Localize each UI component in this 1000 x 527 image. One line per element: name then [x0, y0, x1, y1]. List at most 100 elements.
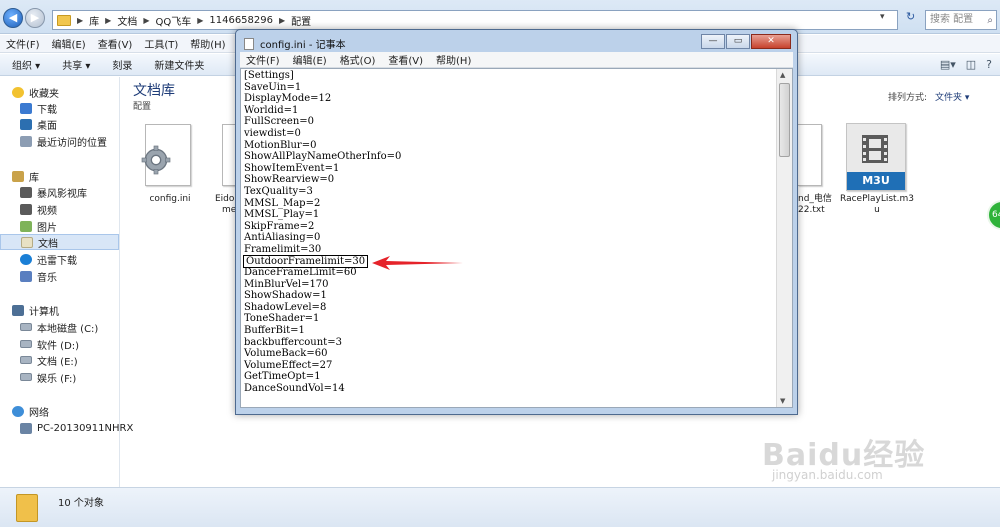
np-menu-help[interactable]: 帮助(H)	[436, 52, 471, 67]
menu-file[interactable]: 文件(F)	[6, 36, 40, 51]
text-line[interactable]: ShowShadow=1	[244, 290, 401, 302]
text-line[interactable]: ShowAllPlayNameOtherInfo=0	[244, 151, 401, 163]
nav-computer[interactable]: 计算机	[12, 302, 59, 318]
breadcrumb-account[interactable]: 1146658296	[209, 15, 273, 26]
text-line[interactable]: TexQuality=3	[244, 186, 401, 198]
file-label-txt-1[interactable]: nd_电信	[798, 194, 832, 205]
preview-pane-icon[interactable]: ◫	[966, 58, 976, 71]
text-line[interactable]: viewdist=0	[244, 128, 401, 140]
view-options-icon[interactable]: ▤▾	[940, 58, 956, 71]
nav-disk-d[interactable]: 软件 (D:)	[20, 336, 79, 352]
navigation-pane: 收藏夹 下载 桌面 最近访问的位置 库 暴风影视库 视频 图片 文档 迅雷下载 …	[0, 77, 133, 487]
nav-libraries[interactable]: 库	[12, 168, 39, 184]
close-button[interactable]: ✕	[751, 34, 791, 49]
organize-button[interactable]: 组织 ▾	[12, 57, 40, 72]
file-label-txt-2[interactable]: 22.txt	[798, 205, 832, 216]
scroll-down-icon[interactable]: ▼	[780, 397, 785, 405]
breadcrumb-config[interactable]: 配置	[291, 13, 311, 28]
nav-pictures[interactable]: 图片	[20, 218, 57, 234]
burn-button[interactable]: 刻录	[112, 57, 132, 72]
menu-edit[interactable]: 编辑(E)	[52, 36, 86, 51]
text-line[interactable]: ShowRearview=0	[244, 174, 401, 186]
text-line[interactable]: Worldid=1	[244, 105, 401, 117]
np-menu-format[interactable]: 格式(O)	[340, 52, 376, 67]
text-line[interactable]: DisplayMode=12	[244, 93, 401, 105]
nav-videos[interactable]: 视频	[20, 201, 57, 217]
text-line[interactable]: ShowItemEvent=1	[244, 163, 401, 175]
text-line[interactable]: MMSL_Play=1	[244, 209, 401, 221]
text-line[interactable]: backbuffercount=3	[244, 337, 401, 349]
nav-pc-name[interactable]: PC-20130911NHRX	[20, 420, 133, 436]
nav-disk-e[interactable]: 文档 (E:)	[20, 352, 78, 368]
nav-recent[interactable]: 最近访问的位置	[20, 133, 107, 149]
nav-baofeng[interactable]: 暴风影视库	[20, 184, 87, 200]
menu-tools[interactable]: 工具(T)	[144, 36, 178, 51]
network-computer-icon	[20, 422, 32, 434]
text-line[interactable]: Framelimit=30	[244, 244, 401, 256]
refresh-icon[interactable]: ↻	[906, 10, 915, 23]
arrange-by-dropdown[interactable]: 文件夹 ▾	[935, 93, 969, 103]
text-line[interactable]: DanceSoundVol=14	[244, 383, 401, 395]
documents-icon	[21, 236, 33, 248]
baidu-watermark-url: jingyan.baidu.com	[772, 468, 883, 482]
notepad-text-area[interactable]: [Settings] SaveUin=1 DisplayMode=12 Worldid…	[240, 68, 793, 408]
np-menu-file[interactable]: 文件(F)	[246, 52, 280, 67]
new-folder-button[interactable]: 新建文件夹	[154, 57, 204, 72]
nav-network[interactable]: 网络	[12, 403, 49, 419]
nav-favorites[interactable]: 收藏夹	[12, 84, 59, 100]
menu-view[interactable]: 查看(V)	[98, 36, 133, 51]
np-menu-view[interactable]: 查看(V)	[388, 52, 423, 67]
text-line[interactable]: MinBlurVel=170	[244, 279, 401, 291]
minimize-button[interactable]: —	[701, 34, 725, 49]
notepad-titlebar[interactable]: config.ini - 记事本	[244, 36, 346, 51]
text-line[interactable]: ShadowLevel=8	[244, 302, 401, 314]
scroll-up-icon[interactable]: ▲	[780, 71, 785, 79]
nav-downloads[interactable]: 下载	[20, 100, 57, 116]
menu-help[interactable]: 帮助(H)	[190, 36, 225, 51]
text-line[interactable]: FullScreen=0	[244, 116, 401, 128]
search-icon[interactable]: ⌕	[987, 12, 993, 30]
text-line[interactable]: VolumeEffect=27	[244, 360, 401, 372]
text-line[interactable]: VolumeBack=60	[244, 348, 401, 360]
text-line[interactable]: BufferBit=1	[244, 325, 401, 337]
breadcrumb-qqspeed[interactable]: QQ飞车	[155, 13, 191, 28]
breadcrumb-library[interactable]: 库	[89, 13, 99, 28]
maximize-button[interactable]: ▭	[726, 34, 750, 49]
forward-arrow-icon[interactable]: ▶	[25, 8, 45, 28]
help-icon[interactable]: ?	[986, 58, 992, 71]
file-label-m3u-1[interactable]: RacePlayList.m3	[836, 194, 918, 205]
nav-desktop[interactable]: 桌面	[20, 116, 57, 132]
disk-icon	[20, 340, 32, 348]
text-line[interactable]: MMSL_Map=2	[244, 198, 401, 210]
text-line[interactable]: [Settings]	[244, 70, 401, 82]
txt-file-page[interactable]	[798, 124, 822, 186]
search-input[interactable]: 搜索 配置 ⌕	[925, 10, 997, 30]
text-line[interactable]: ToneShader=1	[244, 313, 401, 325]
np-menu-edit[interactable]: 编辑(E)	[293, 52, 327, 67]
arrange-by[interactable]: 排列方式: 文件夹 ▾	[888, 90, 969, 103]
breadcrumb-documents[interactable]: 文档	[117, 13, 137, 28]
text-line[interactable]: AntiAliasing=0	[244, 232, 401, 244]
text-line[interactable]: GetTimeOpt=1	[244, 371, 401, 383]
back-arrow-icon[interactable]: ◀	[3, 8, 23, 28]
nav-music[interactable]: 音乐	[20, 268, 57, 284]
nav-disk-f[interactable]: 娱乐 (F:)	[20, 369, 76, 385]
disk-icon	[20, 373, 32, 381]
share-button[interactable]: 共享 ▾	[62, 57, 90, 72]
scroll-thumb[interactable]	[779, 83, 790, 157]
floating-speed-badge[interactable]: 64	[987, 200, 1000, 230]
address-bar[interactable]: ▶ 库 ▶ 文档 ▶ QQ飞车 ▶ 1146658296 ▶ 配置	[52, 10, 898, 30]
notepad-content[interactable]: [Settings] SaveUin=1 DisplayMode=12 Worldid…	[243, 70, 401, 395]
notepad-window[interactable]: config.ini - 记事本 — ▭ ✕ 文件(F) 编辑(E) 格式(O)…	[235, 29, 798, 415]
nav-documents[interactable]: 文档	[0, 234, 119, 250]
text-line[interactable]: SaveUin=1	[244, 82, 401, 94]
nav-thunder[interactable]: 迅雷下载	[20, 251, 77, 267]
vertical-scrollbar[interactable]: ▲ ▼	[776, 69, 792, 407]
address-dropdown-icon[interactable]: ▾	[880, 12, 885, 22]
file-label-m3u-2[interactable]: u	[836, 205, 918, 216]
text-line[interactable]: SkipFrame=2	[244, 221, 401, 233]
file-label-config[interactable]: config.ini	[140, 194, 200, 205]
video-library-icon	[20, 186, 32, 198]
nav-disk-c[interactable]: 本地磁盘 (C:)	[20, 319, 98, 335]
text-line[interactable]: MotionBlur=0	[244, 140, 401, 152]
